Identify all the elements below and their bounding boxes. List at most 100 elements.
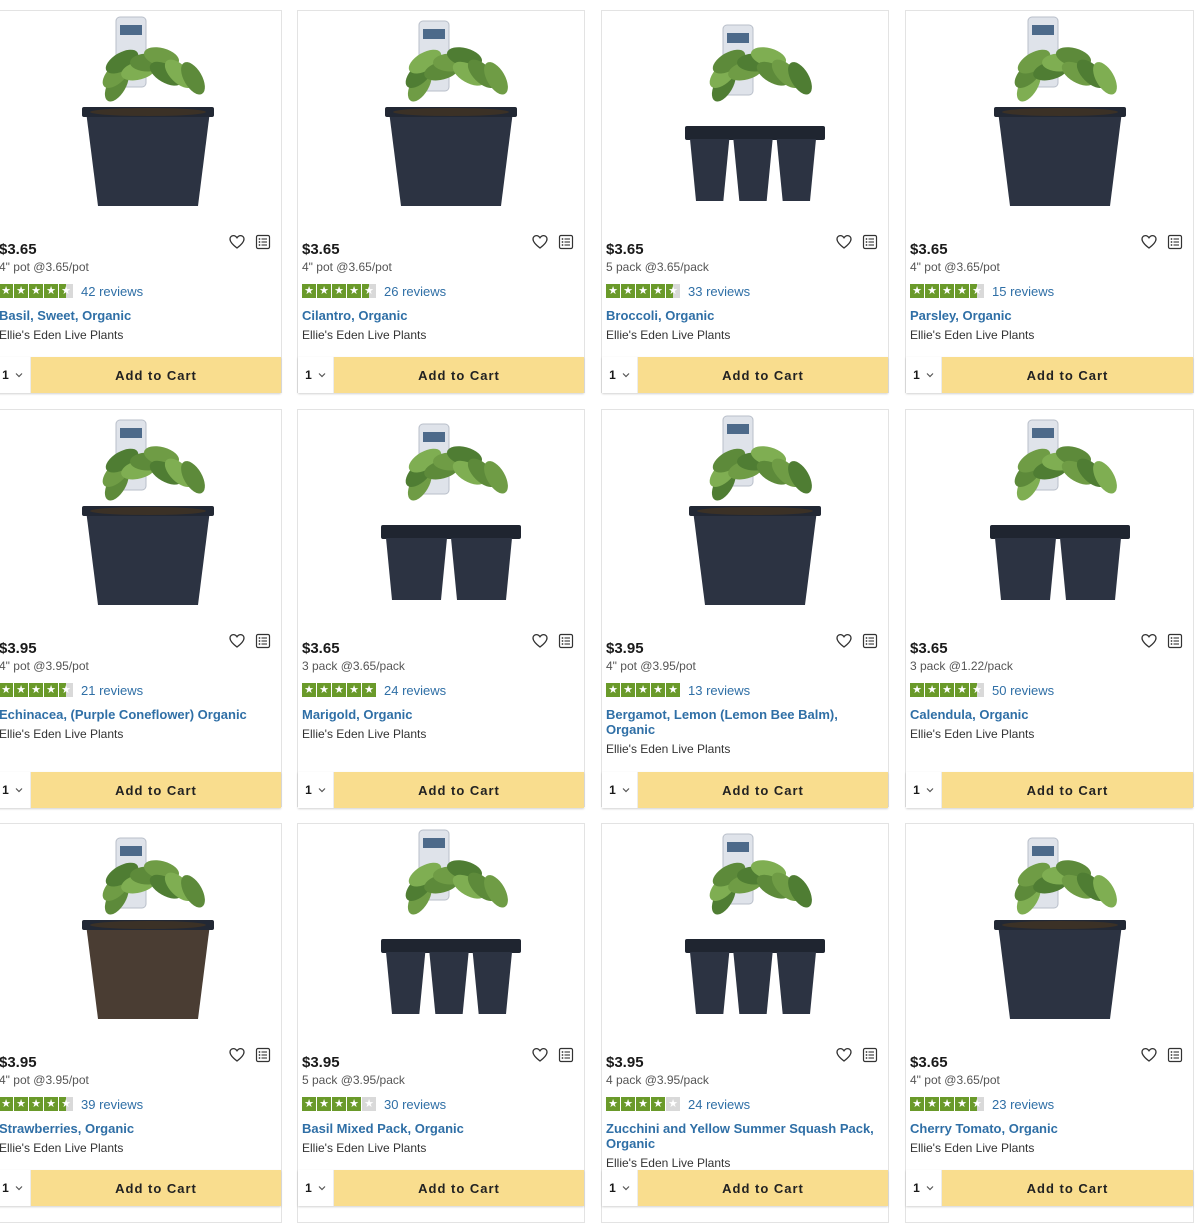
- heart-icon[interactable]: [532, 1047, 548, 1063]
- quantity-select[interactable]: 1: [0, 1170, 31, 1206]
- product-name-link[interactable]: Broccoli, Organic: [606, 308, 878, 323]
- product-name-link[interactable]: Echinacea, (Purple Coneflower) Organic: [0, 707, 271, 722]
- reviews-link[interactable]: 21 reviews: [81, 683, 143, 698]
- add-to-cart-button[interactable]: Add to Cart: [334, 1170, 584, 1206]
- quantity-select[interactable]: 1: [906, 772, 942, 808]
- add-to-cart-button[interactable]: Add to Cart: [31, 1170, 281, 1206]
- list-icon[interactable]: [862, 234, 878, 250]
- reviews-link[interactable]: 15 reviews: [992, 284, 1054, 299]
- product-name-link[interactable]: Calendula, Organic: [910, 707, 1183, 722]
- product-name-link[interactable]: Parsley, Organic: [910, 308, 1183, 323]
- product-image[interactable]: [602, 410, 888, 630]
- heart-icon[interactable]: [1141, 234, 1157, 250]
- product-name-link[interactable]: Strawberries, Organic: [0, 1121, 271, 1136]
- product-image[interactable]: [602, 824, 888, 1044]
- quantity-select[interactable]: 1: [602, 357, 638, 393]
- heart-icon[interactable]: [836, 234, 852, 250]
- product-name-link[interactable]: Marigold, Organic: [302, 707, 574, 722]
- quantity-select[interactable]: 1: [906, 1170, 942, 1206]
- star-icon: ★: [910, 683, 924, 697]
- add-to-cart-button[interactable]: Add to Cart: [334, 772, 584, 808]
- list-icon[interactable]: [1167, 234, 1183, 250]
- list-icon[interactable]: [558, 234, 574, 250]
- reviews-link[interactable]: 50 reviews: [992, 683, 1054, 698]
- list-icon[interactable]: [255, 633, 271, 649]
- product-name-link[interactable]: Cilantro, Organic: [302, 308, 574, 323]
- product-price: $3.65: [302, 241, 340, 258]
- star-icon: ★: [925, 284, 939, 298]
- reviews-link[interactable]: 26 reviews: [384, 284, 446, 299]
- list-icon[interactable]: [1167, 633, 1183, 649]
- reviews-link[interactable]: 24 reviews: [688, 1097, 750, 1112]
- product-image[interactable]: [298, 410, 584, 630]
- list-icon[interactable]: [558, 633, 574, 649]
- reviews-link[interactable]: 39 reviews: [81, 1097, 143, 1112]
- card-actions: [229, 633, 271, 649]
- heart-icon[interactable]: [1141, 633, 1157, 649]
- product-name-link[interactable]: Basil Mixed Pack, Organic: [302, 1121, 574, 1136]
- product-image[interactable]: [0, 410, 281, 630]
- heart-icon[interactable]: [229, 633, 245, 649]
- list-icon[interactable]: [255, 1047, 271, 1063]
- add-to-cart-button[interactable]: Add to Cart: [31, 357, 281, 393]
- product-image[interactable]: [0, 11, 281, 231]
- product-name-link[interactable]: Cherry Tomato, Organic: [910, 1121, 1183, 1136]
- add-to-cart-button[interactable]: Add to Cart: [31, 772, 281, 808]
- add-to-cart-button[interactable]: Add to Cart: [942, 357, 1193, 393]
- chevron-down-icon: [622, 1184, 630, 1192]
- quantity-select[interactable]: 1: [0, 357, 31, 393]
- heart-icon[interactable]: [836, 1047, 852, 1063]
- cart-row: 1 Add to Cart: [0, 1170, 281, 1206]
- card-actions: [532, 633, 574, 649]
- quantity-select[interactable]: 1: [0, 772, 31, 808]
- quantity-select[interactable]: 1: [298, 1170, 334, 1206]
- quantity-select[interactable]: 1: [906, 357, 942, 393]
- product-image[interactable]: [906, 410, 1193, 630]
- product-card: $3.65 3 pack @3.65/pack ★ ★ ★ ★ ★ 24 reviews Mar…: [297, 409, 585, 808]
- add-to-cart-button[interactable]: Add to Cart: [334, 357, 584, 393]
- heart-icon[interactable]: [229, 234, 245, 250]
- product-name-link[interactable]: Zucchini and Yellow Summer Squash Pack, …: [606, 1121, 878, 1151]
- quantity-value: 1: [305, 783, 312, 797]
- quantity-select[interactable]: 1: [298, 357, 334, 393]
- list-icon[interactable]: [862, 1047, 878, 1063]
- reviews-link[interactable]: 24 reviews: [384, 683, 446, 698]
- quantity-select[interactable]: 1: [602, 1170, 638, 1206]
- add-to-cart-button[interactable]: Add to Cart: [638, 357, 888, 393]
- product-image[interactable]: [906, 11, 1193, 231]
- list-icon[interactable]: [1167, 1047, 1183, 1063]
- star-icon: ★: [44, 683, 58, 697]
- reviews-link[interactable]: 33 reviews: [688, 284, 750, 299]
- brand-name: Ellie's Eden Live Plants: [302, 1141, 427, 1155]
- add-to-cart-button[interactable]: Add to Cart: [638, 772, 888, 808]
- product-name-link[interactable]: Basil, Sweet, Organic: [0, 308, 271, 323]
- cart-row: 1 Add to Cart: [0, 357, 281, 393]
- product-image[interactable]: [298, 11, 584, 231]
- heart-icon[interactable]: [532, 234, 548, 250]
- product-name-link[interactable]: Bergamot, Lemon (Lemon Bee Balm), Organi…: [606, 707, 878, 737]
- chevron-down-icon: [622, 371, 630, 379]
- product-image[interactable]: [0, 824, 281, 1044]
- add-to-cart-button[interactable]: Add to Cart: [942, 1170, 1193, 1206]
- heart-icon[interactable]: [229, 1047, 245, 1063]
- add-to-cart-button[interactable]: Add to Cart: [942, 772, 1193, 808]
- product-image[interactable]: [906, 824, 1193, 1044]
- heart-icon[interactable]: [1141, 1047, 1157, 1063]
- reviews-link[interactable]: 13 reviews: [688, 683, 750, 698]
- quantity-select[interactable]: 1: [298, 772, 334, 808]
- heart-icon[interactable]: [836, 633, 852, 649]
- list-icon[interactable]: [558, 1047, 574, 1063]
- star-icon: ★: [666, 284, 680, 298]
- quantity-select[interactable]: 1: [602, 772, 638, 808]
- list-icon[interactable]: [862, 633, 878, 649]
- reviews-link[interactable]: 30 reviews: [384, 1097, 446, 1112]
- heart-icon[interactable]: [532, 633, 548, 649]
- product-image[interactable]: [298, 824, 584, 1044]
- product-image[interactable]: [602, 11, 888, 231]
- add-to-cart-button[interactable]: Add to Cart: [638, 1170, 888, 1206]
- reviews-link[interactable]: 42 reviews: [81, 284, 143, 299]
- star-icon: ★: [955, 284, 969, 298]
- list-icon[interactable]: [255, 234, 271, 250]
- reviews-link[interactable]: 23 reviews: [992, 1097, 1054, 1112]
- card-actions: [1141, 633, 1183, 649]
